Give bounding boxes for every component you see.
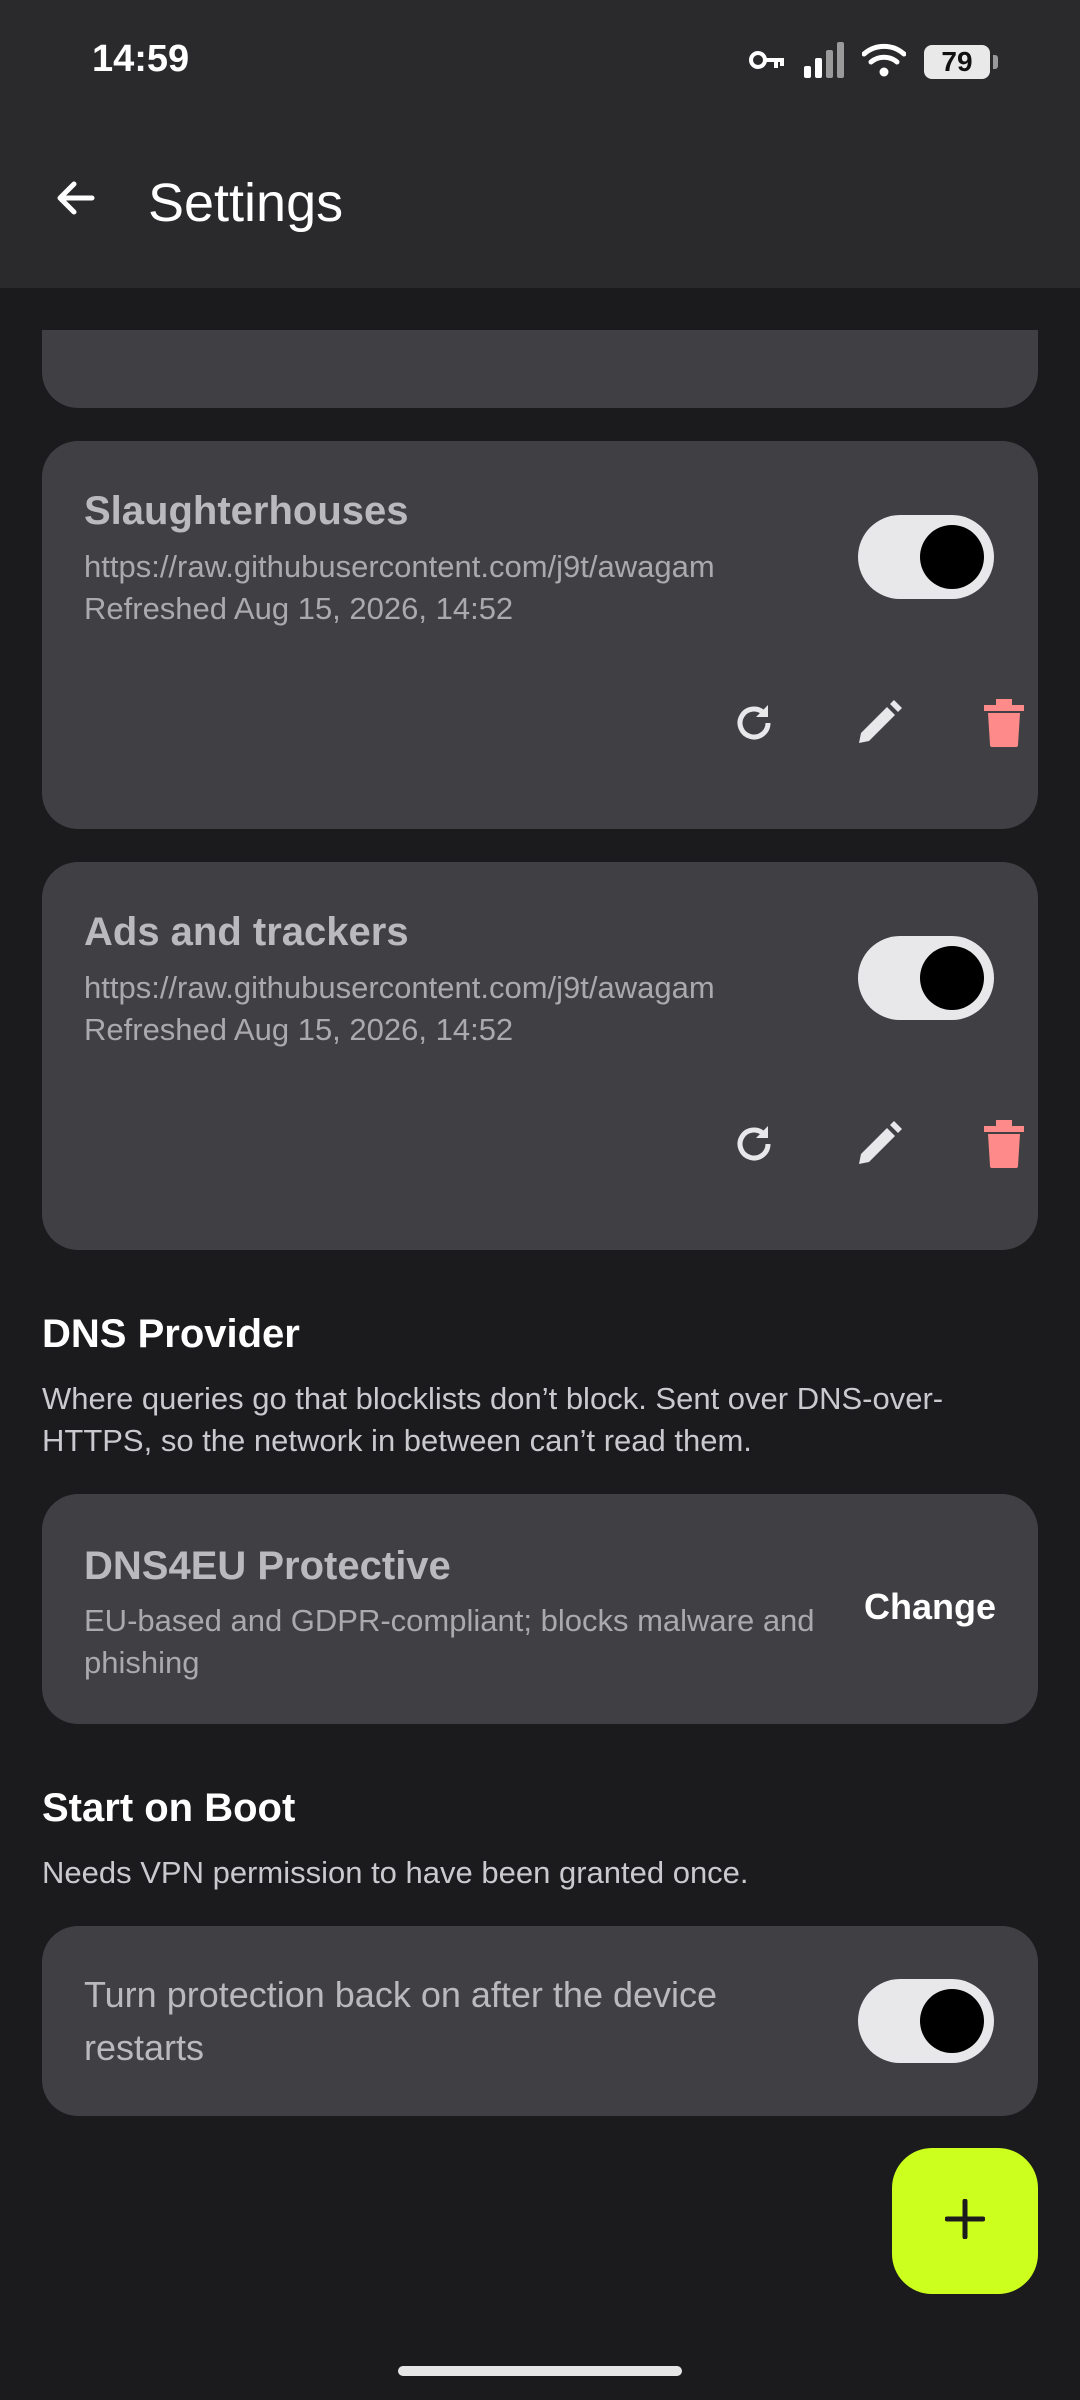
battery-icon: 79 (924, 45, 998, 79)
dns-provider-card: DNS4EU Protective EU-based and GDPR-comp… (42, 1494, 1038, 1724)
signal-icon (804, 41, 844, 83)
blocklist-title: Slaughterhouses (84, 489, 409, 533)
blocklist-refreshed: Refreshed Aug 15, 2026, 14:52 (84, 591, 514, 626)
toggle-knob (920, 1989, 984, 2053)
refresh-button[interactable] (714, 1106, 794, 1186)
refresh-button[interactable] (714, 685, 794, 765)
back-button[interactable] (40, 164, 112, 236)
edit-button[interactable] (839, 685, 919, 765)
start-on-boot-toggle[interactable] (858, 1979, 994, 2063)
blocklist-title: Ads and trackers (84, 910, 409, 954)
start-on-boot-heading: Start on Boot (42, 1786, 296, 1830)
status-icons: 79 (748, 40, 998, 84)
toggle-knob (920, 946, 984, 1010)
vpn-key-icon (748, 48, 786, 77)
toggle-knob (920, 525, 984, 589)
arrow-left-icon (52, 174, 100, 227)
blocklist-card: Ads and trackers https://raw.githubuserc… (42, 862, 1038, 1250)
trash-icon (982, 1118, 1026, 1175)
wifi-icon (861, 43, 907, 82)
pencil-icon (853, 697, 905, 754)
dns-provider-description: Where queries go that blocklists don’t b… (42, 1381, 944, 1458)
delete-button[interactable] (964, 685, 1044, 765)
dns-provider-detail: EU-based and GDPR-compliant; blocks malw… (84, 1603, 815, 1680)
blocklist-url: https://raw.githubusercontent.com/j9t/aw… (84, 970, 715, 1005)
blocklist-card: Slaughterhouses https://raw.githubuserco… (42, 441, 1038, 829)
start-on-boot-card: Turn protection back on after the device… (42, 1926, 1038, 2116)
dns-provider-name: DNS4EU Protective (84, 1544, 451, 1588)
refresh-icon (730, 1120, 778, 1173)
edit-button[interactable] (839, 1106, 919, 1186)
app-bar: Settings (0, 120, 1080, 288)
pencil-icon (853, 1118, 905, 1175)
dns-provider-heading: DNS Provider (42, 1312, 300, 1356)
blocklist-card-partial (42, 330, 1038, 408)
change-dns-button[interactable]: Change (864, 1586, 996, 1628)
blocklist-refreshed: Refreshed Aug 15, 2026, 14:52 (84, 1012, 514, 1047)
home-indicator[interactable] (398, 2366, 682, 2376)
plus-icon (944, 2198, 986, 2244)
status-time: 14:59 (92, 38, 190, 80)
trash-icon (982, 697, 1026, 754)
add-blocklist-button[interactable] (892, 2148, 1038, 2294)
refresh-icon (730, 699, 778, 752)
blocklist-toggle[interactable] (858, 515, 994, 599)
blocklist-toggle[interactable] (858, 936, 994, 1020)
page-title: Settings (148, 173, 344, 233)
start-on-boot-label: Turn protection back on after the device… (84, 1974, 718, 2068)
status-bar: 14:59 79 (0, 0, 1080, 120)
start-on-boot-description: Needs VPN permission to have been grante… (42, 1855, 749, 1890)
blocklist-url: https://raw.githubusercontent.com/j9t/aw… (84, 549, 715, 584)
delete-button[interactable] (964, 1106, 1044, 1186)
